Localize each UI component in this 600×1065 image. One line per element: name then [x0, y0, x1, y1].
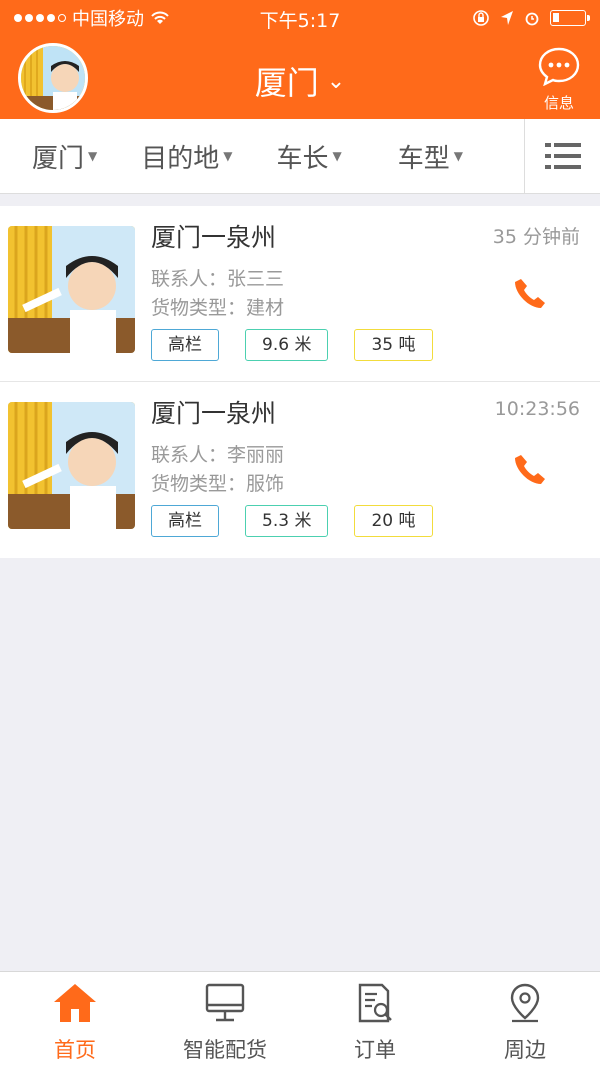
driver-photo	[8, 402, 135, 529]
chevron-down-icon: ⌄	[326, 69, 346, 94]
navbar: 厦门 ⌄ 信息	[0, 36, 600, 119]
message-button[interactable]: 信息	[536, 46, 582, 113]
post-time: 35 分钟前	[492, 226, 580, 248]
message-label: 信息	[543, 94, 574, 112]
truck-weight-tag: 20 吨	[354, 505, 433, 537]
spacer	[0, 194, 600, 206]
filter-destination[interactable]: 目的地 ▼	[141, 138, 232, 175]
route-title: 厦门一泉州	[151, 223, 277, 252]
truck-type-tag: 高栏	[151, 505, 219, 537]
tag-group: 高栏 5.3 米 20 吨	[151, 505, 433, 537]
filter-type[interactable]: 车型 ▼	[398, 138, 463, 175]
caret-down-icon: ▼	[332, 149, 342, 163]
phone-icon[interactable]	[512, 276, 548, 312]
tag-group: 高栏 9.6 米 35 吨	[151, 329, 433, 361]
city-selector[interactable]: 厦门 ⌄	[0, 58, 600, 104]
tab-orders[interactable]: 订单	[300, 972, 450, 1065]
caret-down-icon: ▼	[453, 149, 463, 163]
monitor-icon	[205, 983, 245, 1022]
phone-icon[interactable]	[512, 452, 548, 488]
order-icon	[358, 983, 392, 1023]
list-item[interactable]: 厦门一泉州 35 分钟前 联系人：张三三 货物类型：建材 高栏 9.6 米 35…	[0, 206, 600, 382]
route-title: 厦门一泉州	[151, 399, 277, 428]
post-time: 10:23:56	[494, 398, 580, 420]
truck-weight-tag: 35 吨	[354, 329, 433, 361]
tab-home[interactable]: 首页	[0, 972, 150, 1065]
caret-down-icon: ▼	[223, 149, 233, 163]
chat-bubble-icon	[538, 47, 580, 87]
header-area: 中国移动 下午5:17 厦门 ⌄ 信息	[0, 0, 600, 119]
filter-bar: 厦门 ▼ 目的地 ▼ 车长 ▼ 车型 ▼	[0, 119, 600, 194]
driver-photo	[8, 226, 135, 353]
battery-icon	[550, 10, 590, 26]
contact-name: 联系人：张三三	[151, 268, 285, 290]
tab-bar: 首页 智能配货 订单 周边	[0, 971, 600, 1065]
list-icon	[544, 143, 581, 169]
filter-city[interactable]: 厦门 ▼	[32, 138, 97, 175]
truck-type-tag: 高栏	[151, 329, 219, 361]
goods-type: 货物类型：服饰	[151, 473, 285, 495]
contact-name: 联系人：李丽丽	[151, 444, 285, 466]
list-item[interactable]: 厦门一泉州 10:23:56 联系人：李丽丽 货物类型：服饰 高栏 5.3 米 …	[0, 382, 600, 558]
goods-type: 货物类型：建材	[151, 297, 285, 319]
filter-length[interactable]: 车长 ▼	[277, 138, 342, 175]
list-menu-button[interactable]	[524, 119, 600, 193]
home-icon	[54, 984, 96, 1022]
status-bar: 中国移动 下午5:17	[0, 0, 600, 36]
truck-length-tag: 9.6 米	[245, 329, 329, 361]
header-title: 厦门	[254, 64, 319, 102]
status-time: 下午5:17	[259, 10, 341, 32]
tab-smart-dispatch[interactable]: 智能配货	[150, 972, 300, 1065]
truck-length-tag: 5.3 米	[245, 505, 329, 537]
tab-nearby[interactable]: 周边	[450, 972, 600, 1065]
listing-list: 厦门一泉州 35 分钟前 联系人：张三三 货物类型：建材 高栏 9.6 米 35…	[0, 206, 600, 558]
caret-down-icon: ▼	[88, 149, 98, 163]
location-pin-icon	[510, 983, 540, 1023]
